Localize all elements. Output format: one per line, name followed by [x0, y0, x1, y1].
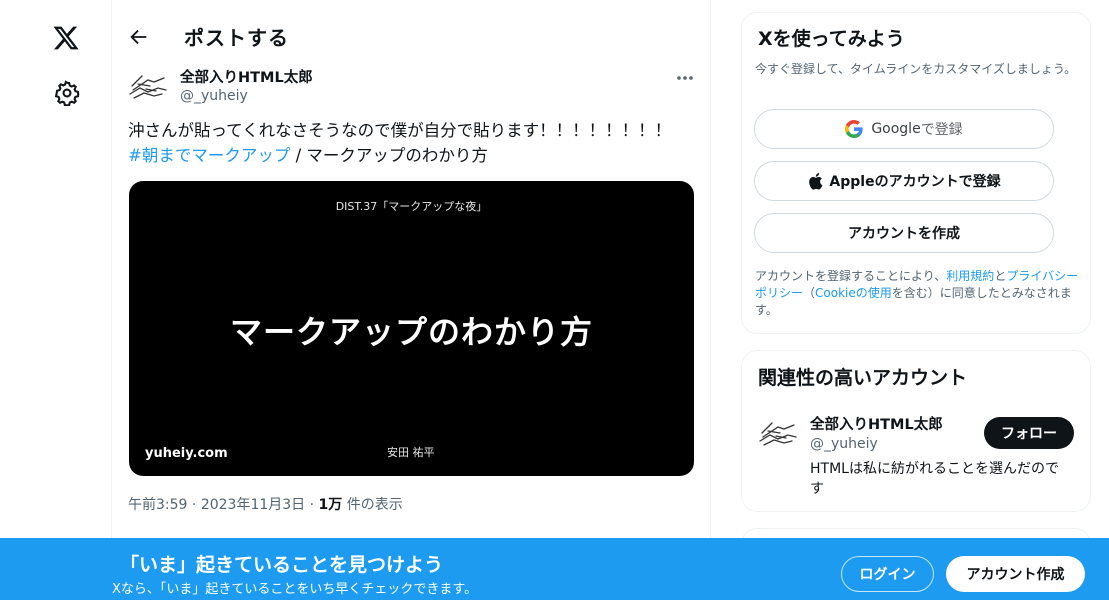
main-column: ポストする 全部入りHTML太郎 @_yuheiy 沖さんが貼ってくれなさそうな… [111, 0, 711, 600]
post-text-line2: #朝までマークアップ / マークアップのわかり方 [128, 143, 698, 168]
media-site: yuheiy.com [145, 446, 228, 461]
author-name[interactable]: 全部入りHTML太郎 [180, 66, 313, 87]
post-author: 全部入りHTML太郎 @_yuheiy [128, 62, 698, 112]
google-g-icon [845, 120, 863, 138]
post-text: 沖さんが貼ってくれなさそうなので僕が自分で貼ります！！！！！！！！ #朝までマー… [128, 118, 698, 168]
media-presenter: 安田 祐平 [387, 446, 435, 459]
signup-card-title: Xを使ってみよう [758, 28, 905, 50]
avatar[interactable] [758, 413, 798, 453]
terms-text: アカウントを登録することにより、利用規約とプライバシーポリシー（Cookieの使… [755, 268, 1085, 319]
banner-subtitle: Xなら、「いま」起きていることをいち早くチェックできます。 [112, 582, 478, 597]
page-title: ポストする [184, 26, 289, 50]
left-rail [0, 0, 112, 600]
back-arrow-icon[interactable] [128, 26, 150, 48]
views-count: 1万 [318, 497, 343, 513]
avatar[interactable] [128, 66, 168, 106]
terms-link[interactable]: 利用規約 [946, 269, 994, 283]
follow-button[interactable]: フォロー [984, 417, 1074, 449]
views-label: 件の表示 [342, 497, 403, 513]
terms-and: と [994, 269, 1007, 283]
media-slide-title: マークアップのわかり方 [229, 313, 593, 351]
related-title: 関連性の高いアカウント [758, 367, 968, 389]
create-account-button[interactable]: アカウントを作成 [754, 213, 1054, 253]
hashtag-link[interactable]: #朝までマークアップ [128, 146, 290, 165]
cookie-link[interactable]: Cookieの使用 [815, 286, 892, 300]
google-signup-button[interactable]: Google で登録 [754, 109, 1054, 149]
terms-paren: （ [803, 286, 816, 300]
apple-icon [809, 173, 823, 190]
create-account-label: アカウントを作成 [848, 226, 960, 242]
post-media-image[interactable]: DIST.37「マークアップな夜」 マークアップのわかり方 yuheiy.com… [129, 181, 694, 476]
related-account-name[interactable]: 全部入りHTML太郎 [810, 413, 943, 434]
media-event-label: DIST.37「マークアップな夜」 [335, 200, 488, 213]
more-icon[interactable] [672, 66, 698, 88]
post-time[interactable]: 午前3:59 [128, 497, 187, 513]
related-account-bio: HTMLは私に紡がれることを選んだのです [810, 461, 1059, 497]
google-brand-label: Google [871, 121, 921, 137]
signup-button[interactable]: アカウント作成 [946, 556, 1085, 592]
post-text-line1: 沖さんが貼ってくれなさそうなので僕が自分で貼ります！！！！！！！！ [128, 121, 672, 140]
post-meta: 午前3:59 · 2023年11月3日 · 1万 件の表示 [128, 494, 403, 514]
related-account-handle[interactable]: @_yuheiy [810, 436, 878, 452]
banner-title: 「いま」起きていることを見つけよう [120, 554, 444, 576]
apple-signup-label: Appleのアカウントで登録 [829, 174, 1001, 190]
post-text-line2-rest: / マークアップのわかり方 [290, 146, 488, 165]
post-date[interactable]: 2023年11月3日 [201, 497, 305, 513]
x-logo-icon[interactable] [51, 24, 81, 52]
google-suffix-label: で登録 [920, 122, 963, 138]
related-accounts-card: 関連性の高いアカウント 全部入りHTML太郎 @_yuheiy HTMLは私に紡… [741, 350, 1091, 512]
meta-separator: · [305, 497, 319, 513]
signup-card: Xを使ってみよう 今すぐ登録して、タイムラインをカスタマイズしましょう。 Goo… [741, 12, 1091, 334]
signup-card-subtitle: 今すぐ登録して、タイムラインをカスタマイズしましょう。 [755, 62, 1077, 76]
apple-signup-button[interactable]: Appleのアカウントで登録 [754, 161, 1054, 201]
meta-separator: · [187, 497, 201, 513]
author-handle[interactable]: @_yuheiy [180, 88, 248, 104]
login-button[interactable]: ログイン [841, 556, 934, 592]
terms-prefix: アカウントを登録することにより、 [755, 269, 947, 283]
gear-icon[interactable] [54, 80, 80, 106]
bottom-banner: 「いま」起きていることを見つけよう Xなら、「いま」起きていることをいち早くチェ… [0, 538, 1109, 600]
